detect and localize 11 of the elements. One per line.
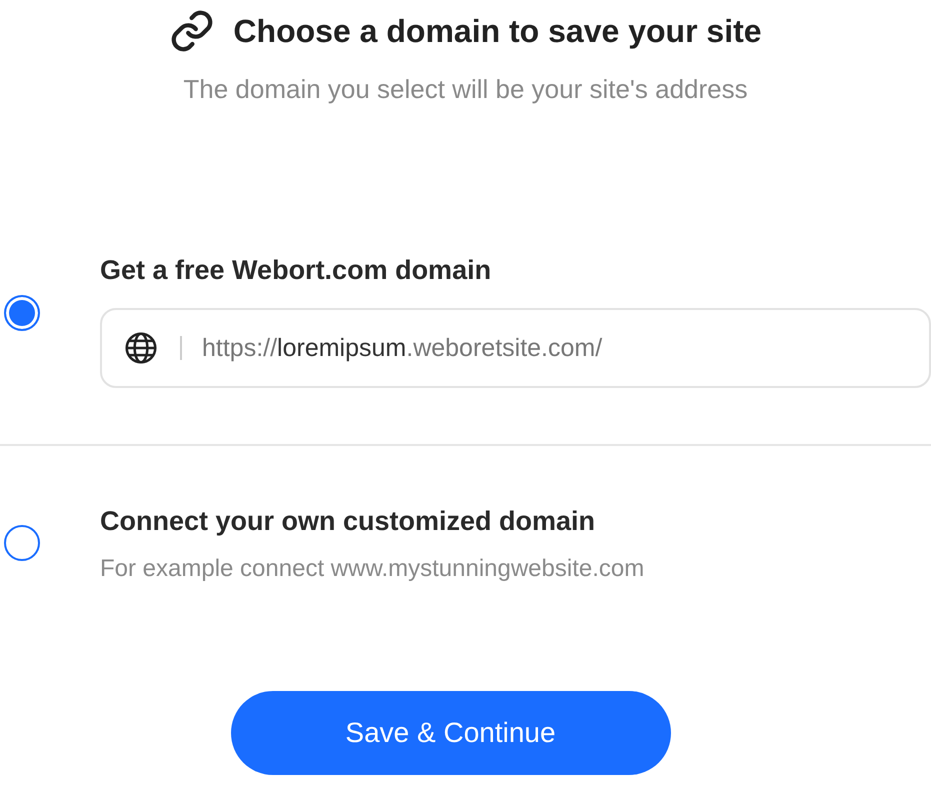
url-text: https://loremipsum.weboretsite.com/	[202, 334, 602, 362]
link-icon	[169, 8, 216, 54]
page-subtitle: The domain you select will be your site's address	[182, 74, 749, 105]
radio-button[interactable]	[4, 295, 40, 331]
radio-button[interactable]	[4, 525, 40, 561]
save-continue-button[interactable]: Save & Continue	[230, 691, 670, 775]
page-title: Choose a domain to save your site	[233, 12, 762, 50]
option-description: For example connect www.mystunningwebsite.com	[100, 555, 646, 583]
url-field[interactable]: https://loremipsum.weboretsite.com/	[100, 308, 931, 388]
option-label: Get a free Webort.com domain	[100, 255, 492, 286]
option-label: Connect your own customized domain	[100, 506, 596, 537]
